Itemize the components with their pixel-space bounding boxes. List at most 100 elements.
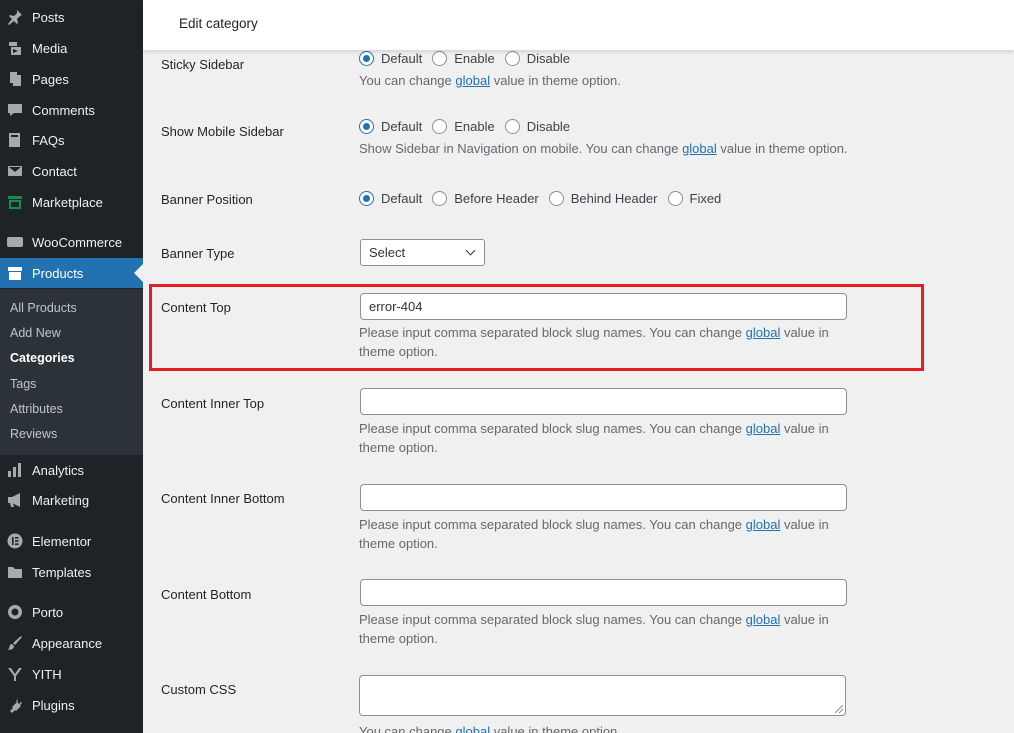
sidebar-item-posts[interactable]: Posts <box>0 2 143 32</box>
content-inner-bottom-label: Content Inner Bottom <box>161 491 285 506</box>
sidebar-item-marketing[interactable]: Marketing <box>0 485 143 515</box>
option-label: Default <box>381 119 423 134</box>
option-label: Enable <box>454 51 495 66</box>
sticky-sidebar-option-default[interactable]: Default <box>359 51 422 66</box>
custom-css-textarea[interactable] <box>359 675 846 716</box>
radio-button[interactable] <box>667 191 683 206</box>
desc-text: Please input comma separated block slug … <box>359 325 746 340</box>
submenu-all-products[interactable]: All Products <box>10 301 77 315</box>
banner-type-select[interactable]: Select <box>360 239 485 266</box>
sidebar-item-label: FAQs <box>32 132 65 148</box>
marketplace-icon <box>7 194 23 210</box>
sidebar-item-marketplace[interactable]: Marketplace <box>0 187 143 217</box>
global-link[interactable]: global <box>746 517 781 532</box>
resize-handle-icon[interactable] <box>835 705 843 713</box>
porto-icon <box>7 604 23 620</box>
desc-text: You can change <box>359 724 456 733</box>
sidebar-item-label: Marketing <box>32 492 90 508</box>
radio-button[interactable] <box>359 119 374 134</box>
sidebar-item-faqs[interactable]: FAQs <box>0 125 143 155</box>
show-mobile-sidebar-radio-group: Default Enable Disable <box>359 119 580 134</box>
sidebar-item-elementor[interactable]: Elementor <box>0 526 143 556</box>
mobile-sidebar-option-disable[interactable]: Disable <box>504 119 571 134</box>
bar-chart-icon <box>7 462 23 478</box>
sticky-sidebar-option-disable[interactable]: Disable <box>504 51 571 66</box>
global-link[interactable]: global <box>682 141 717 156</box>
radio-button[interactable] <box>432 191 448 206</box>
radio-button[interactable] <box>504 119 520 134</box>
banner-position-option-fixed[interactable]: Fixed <box>667 191 722 206</box>
page-header: Edit category <box>143 0 1014 50</box>
banner-type-label: Banner Type <box>161 246 235 261</box>
sidebar-item-label: Products <box>32 265 84 281</box>
sidebar-item-comments[interactable]: Comments <box>0 95 143 125</box>
content-bottom-description: Please input comma separated block slug … <box>359 610 859 648</box>
archive-icon <box>7 265 23 281</box>
desc-text: value in theme option. <box>716 141 848 156</box>
radio-button[interactable] <box>432 51 448 66</box>
content-inner-top-input[interactable] <box>360 388 847 415</box>
option-label: Default <box>381 191 423 206</box>
desc-text: value in theme option. <box>490 724 621 733</box>
sidebar-item-appearance[interactable]: Appearance <box>0 628 143 658</box>
option-label: Disable <box>526 119 571 134</box>
submenu-add-new[interactable]: Add New <box>10 326 61 340</box>
content-top-input[interactable]: error-404 <box>360 293 847 320</box>
sidebar-item-products[interactable]: Products <box>0 258 143 288</box>
radio-button[interactable] <box>504 51 520 66</box>
mail-icon <box>7 163 23 179</box>
custom-css-label: Custom CSS <box>161 682 237 697</box>
sidebar-item-label: Comments <box>32 102 95 118</box>
option-label: Fixed <box>689 191 722 206</box>
banner-position-option-default[interactable]: Default <box>359 191 422 206</box>
sidebar-item-label: Elementor <box>32 533 92 549</box>
sidebar-item-label: Appearance <box>32 635 103 651</box>
banner-position-option-before-header[interactable]: Before Header <box>432 191 539 206</box>
global-link[interactable]: global <box>746 612 781 627</box>
global-link[interactable]: global <box>455 724 490 733</box>
radio-button[interactable] <box>432 119 448 134</box>
submenu-tags[interactable]: Tags <box>10 377 36 391</box>
sidebar-item-woocommerce[interactable]: WooCommerce <box>0 227 143 257</box>
radio-button[interactable] <box>359 51 374 66</box>
sidebar-item-label: YITH <box>32 666 62 682</box>
content-bottom-input[interactable] <box>360 579 847 606</box>
sidebar-item-porto[interactable]: Porto <box>0 597 143 627</box>
submenu-reviews[interactable]: Reviews <box>10 427 57 441</box>
desc-text: Please input comma separated block slug … <box>359 421 746 436</box>
show-mobile-sidebar-description: Show Sidebar in Navigation on mobile. Yo… <box>359 139 859 158</box>
option-label: Disable <box>526 51 571 66</box>
admin-sidebar: Posts Media Pages Comments FAQs Contact … <box>0 0 143 733</box>
sidebar-item-analytics[interactable]: Analytics <box>0 455 143 485</box>
radio-button[interactable] <box>359 191 374 206</box>
show-mobile-sidebar-label: Show Mobile Sidebar <box>161 124 284 139</box>
sidebar-item-templates[interactable]: Templates <box>0 557 143 587</box>
sidebar-item-yith[interactable]: YITH <box>0 659 143 689</box>
comment-icon <box>7 102 23 118</box>
submenu-categories[interactable]: Categories <box>10 351 75 365</box>
sidebar-item-plugins[interactable]: Plugins <box>0 690 143 720</box>
global-link[interactable]: global <box>746 325 781 340</box>
sidebar-item-pages[interactable]: Pages <box>0 64 143 94</box>
folder-icon <box>7 564 23 580</box>
sidebar-item-label: Posts <box>32 9 65 25</box>
banner-position-option-behind-header[interactable]: Behind Header <box>548 191 658 206</box>
global-link[interactable]: global <box>746 421 781 436</box>
sidebar-item-label: WooCommerce <box>32 234 123 250</box>
content-bottom-label: Content Bottom <box>161 587 252 602</box>
content-top-label: Content Top <box>161 300 231 315</box>
sidebar-item-media[interactable]: Media <box>0 33 143 63</box>
mobile-sidebar-option-enable[interactable]: Enable <box>432 119 495 134</box>
sidebar-item-label: Media <box>32 40 68 56</box>
sidebar-item-label: Plugins <box>32 697 75 713</box>
yith-icon <box>7 666 23 682</box>
global-link[interactable]: global <box>455 73 490 88</box>
submenu-attributes[interactable]: Attributes <box>10 402 63 416</box>
option-label: Enable <box>454 119 495 134</box>
sticky-sidebar-label: Sticky Sidebar <box>161 57 245 72</box>
sidebar-item-contact[interactable]: Contact <box>0 156 143 186</box>
radio-button[interactable] <box>548 191 564 206</box>
sticky-sidebar-option-enable[interactable]: Enable <box>432 51 495 66</box>
content-inner-bottom-input[interactable] <box>360 484 847 511</box>
mobile-sidebar-option-default[interactable]: Default <box>359 119 422 134</box>
